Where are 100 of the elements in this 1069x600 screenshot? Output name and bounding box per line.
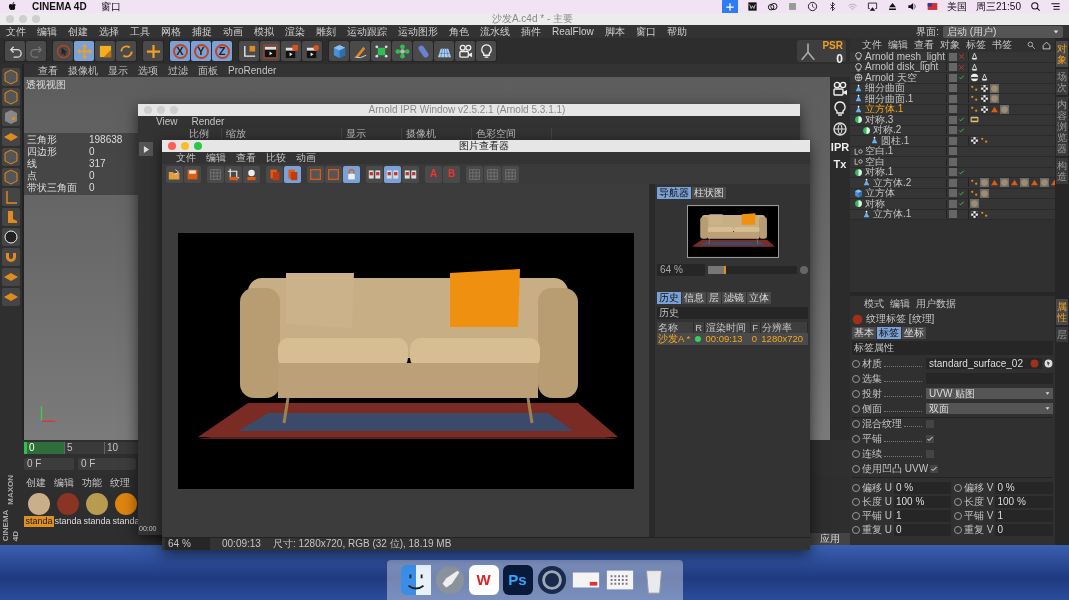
sphere-icon[interactable]	[980, 178, 989, 188]
menu-item[interactable]: Render	[191, 116, 225, 128]
side-tab[interactable]: 层	[1056, 327, 1068, 342]
menu-item[interactable]: RealFlow	[552, 25, 594, 38]
checkmark-icon[interactable]	[958, 116, 965, 124]
triangle-tag-icon[interactable]	[1030, 178, 1039, 188]
menu-item[interactable]: 流水线	[480, 25, 510, 38]
cone-icon[interactable]	[970, 62, 979, 72]
checker-icon[interactable]	[980, 83, 989, 93]
display-tag-icon[interactable]	[970, 115, 979, 125]
dome-icon[interactable]	[970, 73, 979, 83]
zoom-slider[interactable]	[708, 266, 797, 274]
number-field[interactable]: 0 %	[995, 482, 1053, 494]
eject-icon[interactable]	[886, 1, 898, 12]
zoom-field[interactable]: 64 %	[657, 264, 705, 276]
dots-icon[interactable]	[970, 178, 979, 188]
menu-item[interactable]: ProRender	[228, 64, 277, 77]
menu-item[interactable]: 显示	[108, 64, 128, 77]
speaker-icon[interactable]	[906, 1, 918, 12]
material-name[interactable]: standa	[24, 516, 54, 527]
menu-item[interactable]: 纹理	[110, 477, 130, 489]
menu-item[interactable]: 雕刻	[316, 25, 336, 38]
menu-item[interactable]: 比较	[266, 152, 286, 164]
tool-button[interactable]	[281, 41, 301, 61]
tool-button[interactable]	[455, 41, 475, 61]
bulb-icon[interactable]	[832, 101, 848, 117]
menu-item[interactable]: 面板	[198, 64, 218, 77]
menu-item[interactable]: 编辑	[54, 477, 74, 489]
menu-item[interactable]: 查看	[38, 64, 58, 77]
zoom-field[interactable]: 64 %	[165, 538, 210, 550]
tab[interactable]: 历史	[657, 292, 681, 304]
dropdown[interactable]: 双面	[926, 403, 1053, 414]
object-name[interactable]: 立方体.1	[865, 104, 904, 115]
side-tab[interactable]: 属性	[1056, 299, 1068, 325]
cross-icon[interactable]	[958, 63, 965, 71]
triangle-tag-icon[interactable]	[990, 104, 999, 114]
viewport-button[interactable]: Tx	[833, 158, 847, 172]
tool-button[interactable]	[184, 165, 201, 183]
apple-logo-icon[interactable]	[8, 1, 18, 12]
object-name[interactable]: 对称	[865, 198, 885, 209]
menu-item[interactable]: 模拟	[254, 25, 274, 38]
checker-icon[interactable]	[970, 136, 979, 146]
menu-item[interactable]: 标签	[966, 39, 986, 51]
menu-item[interactable]: 帮助	[666, 25, 687, 38]
dock-app-button[interactable]: Ps	[502, 565, 533, 595]
menu-item[interactable]: 编辑	[37, 25, 57, 38]
dock-app-button[interactable]: W	[468, 565, 499, 595]
tab[interactable]: 层	[707, 292, 721, 304]
triangle-tag-icon[interactable]	[990, 178, 999, 188]
menu-item[interactable]: 动画	[223, 25, 243, 38]
menu-item[interactable]: 选项	[138, 64, 158, 77]
sphere-icon[interactable]	[1020, 178, 1029, 188]
wps-tray-icon[interactable]	[746, 1, 758, 12]
material-swatch[interactable]	[56, 492, 80, 516]
menu-item[interactable]: 书签	[992, 39, 1012, 51]
tab[interactable]: 滤镜	[722, 292, 746, 304]
checkbox[interactable]	[926, 434, 934, 443]
number-field[interactable]: 1	[995, 510, 1053, 522]
menu-item[interactable]: View	[156, 116, 178, 128]
table-cell[interactable]: 沙发A *	[657, 333, 694, 345]
axis-lock-button[interactable]: Y	[191, 41, 211, 61]
dots-icon[interactable]	[980, 209, 989, 219]
menu-item[interactable]: 用户数据	[916, 298, 956, 310]
object-name[interactable]: 空白.1	[865, 146, 894, 157]
menu-icon[interactable]	[1050, 1, 1061, 12]
checkbox[interactable]	[930, 464, 939, 473]
dots-icon[interactable]	[970, 83, 979, 93]
checkmark-icon[interactable]	[958, 74, 965, 82]
input-source-label[interactable]: 美国	[946, 0, 967, 13]
play-button[interactable]	[139, 142, 153, 156]
cross-icon[interactable]	[958, 53, 965, 61]
material-swatch[interactable]	[85, 492, 109, 516]
menu-item[interactable]: 查看	[236, 152, 256, 164]
sphere-icon[interactable]	[1000, 104, 1009, 114]
side-tab[interactable]: 对象	[1056, 41, 1068, 67]
sphere-icon[interactable]	[990, 83, 999, 93]
number-field[interactable]: 100 %	[995, 496, 1053, 508]
tool-button[interactable]	[5, 41, 25, 61]
object-name[interactable]: 立方体.1	[873, 209, 912, 220]
sphere-icon[interactable]	[970, 199, 979, 209]
viewport-button[interactable]: IPR	[830, 141, 850, 155]
finder-face-icon[interactable]	[400, 565, 431, 595]
material-name[interactable]: standa	[53, 516, 83, 527]
axis-lock-button[interactable]: Z	[212, 41, 232, 61]
start-frame-field[interactable]: 0 F	[24, 458, 74, 470]
tab[interactable]: 标签	[877, 327, 901, 339]
material-swatch[interactable]	[114, 492, 138, 516]
cone-icon[interactable]	[970, 52, 979, 62]
side-tab[interactable]: 构造	[1056, 158, 1068, 184]
checkmark-icon[interactable]	[958, 168, 965, 176]
menu-item[interactable]: 编辑	[890, 298, 910, 310]
home-icon[interactable]	[1042, 40, 1051, 50]
menu-item[interactable]: 脚本	[604, 25, 625, 38]
airplay-icon[interactable]	[866, 1, 878, 12]
material-field[interactable]: standard_surface_02	[926, 358, 1042, 369]
menu-item[interactable]: 运动跟踪	[347, 25, 387, 38]
menu-item[interactable]: 角色	[449, 25, 469, 38]
dots-icon[interactable]	[980, 136, 989, 146]
step-button[interactable]	[800, 266, 808, 274]
object-name[interactable]: 圆柱.1	[881, 135, 910, 146]
